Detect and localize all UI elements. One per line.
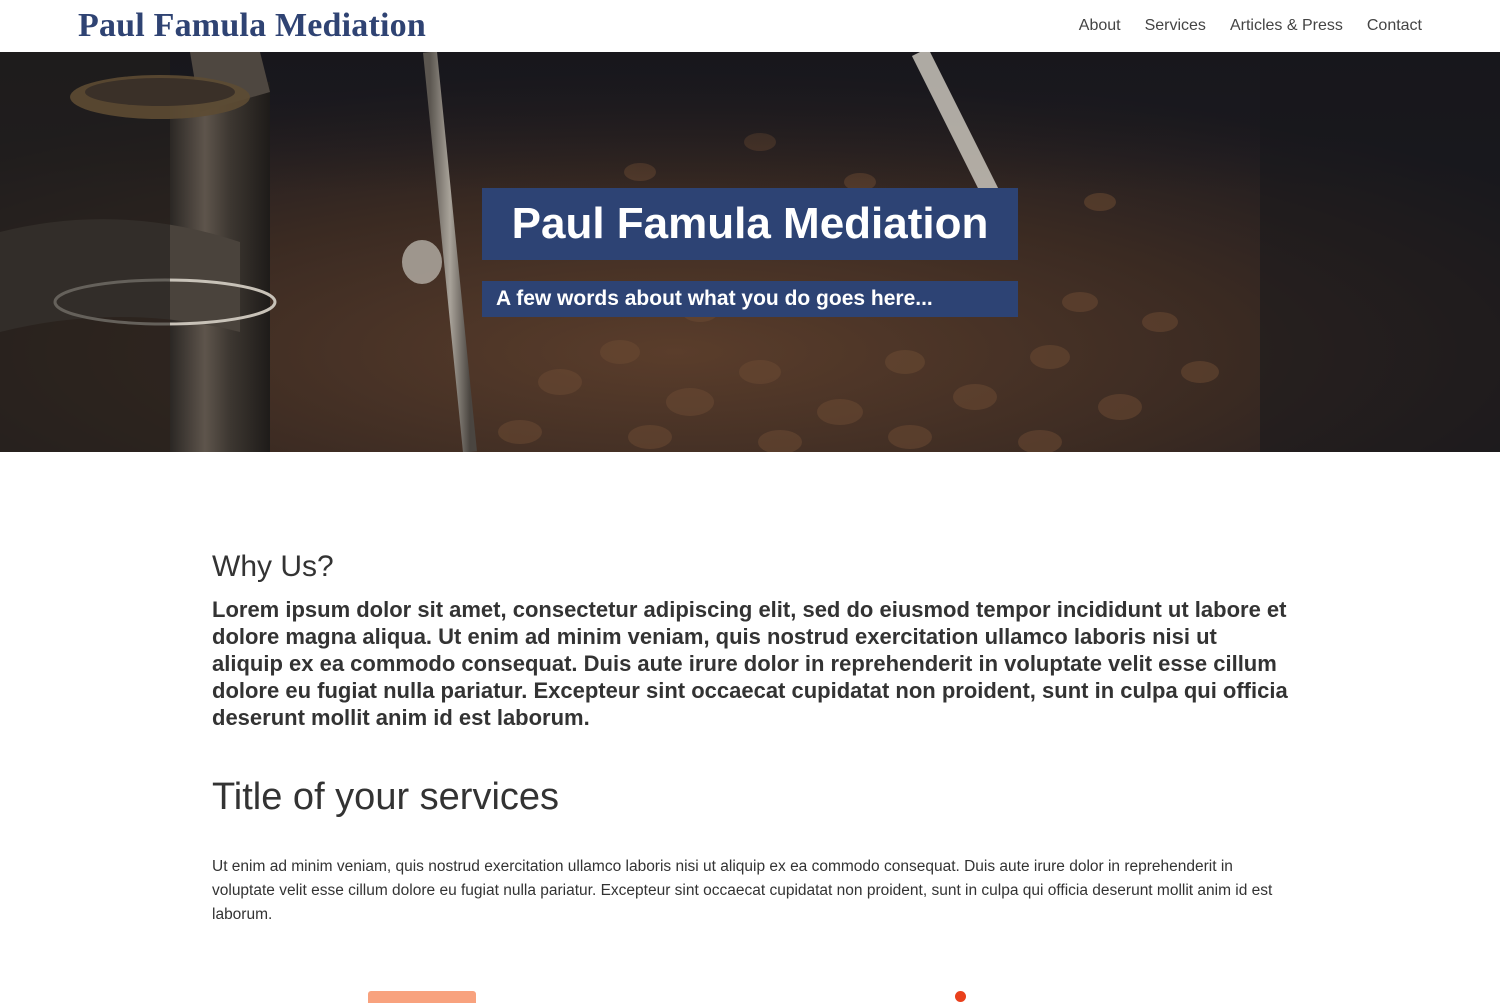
- hero-subtitle: A few words about what you do goes here.…: [496, 287, 933, 310]
- hero-subtitle-box: A few words about what you do goes here.…: [482, 281, 1018, 317]
- why-us-body: Lorem ipsum dolor sit amet, consectetur …: [212, 597, 1288, 730]
- nav-services[interactable]: Services: [1145, 17, 1206, 35]
- main-content: Why Us? Lorem ipsum dolor sit amet, cons…: [212, 548, 1288, 927]
- services-heading: Title of your services: [212, 776, 560, 818]
- nav-contact[interactable]: Contact: [1367, 17, 1422, 35]
- site-header: Paul Famula Mediation About Services Art…: [0, 0, 1500, 52]
- hero-title-box: Paul Famula Mediation: [482, 188, 1018, 260]
- cup-illustration: [368, 991, 476, 1003]
- services-body: Ut enim ad minim veniam, quis nostrud ex…: [212, 858, 1273, 923]
- nav-about[interactable]: About: [1079, 17, 1121, 35]
- hero-title: Paul Famula Mediation: [511, 199, 989, 248]
- site-title-link[interactable]: Paul Famula Mediation: [78, 0, 426, 52]
- hero-banner: Paul Famula Mediation A few words about …: [0, 52, 1500, 452]
- why-us-heading: Why Us?: [212, 550, 334, 583]
- main-nav: About Services Articles & Press Contact: [1079, 17, 1422, 35]
- dot-illustration: [955, 991, 966, 1002]
- nav-articles-press[interactable]: Articles & Press: [1230, 17, 1343, 35]
